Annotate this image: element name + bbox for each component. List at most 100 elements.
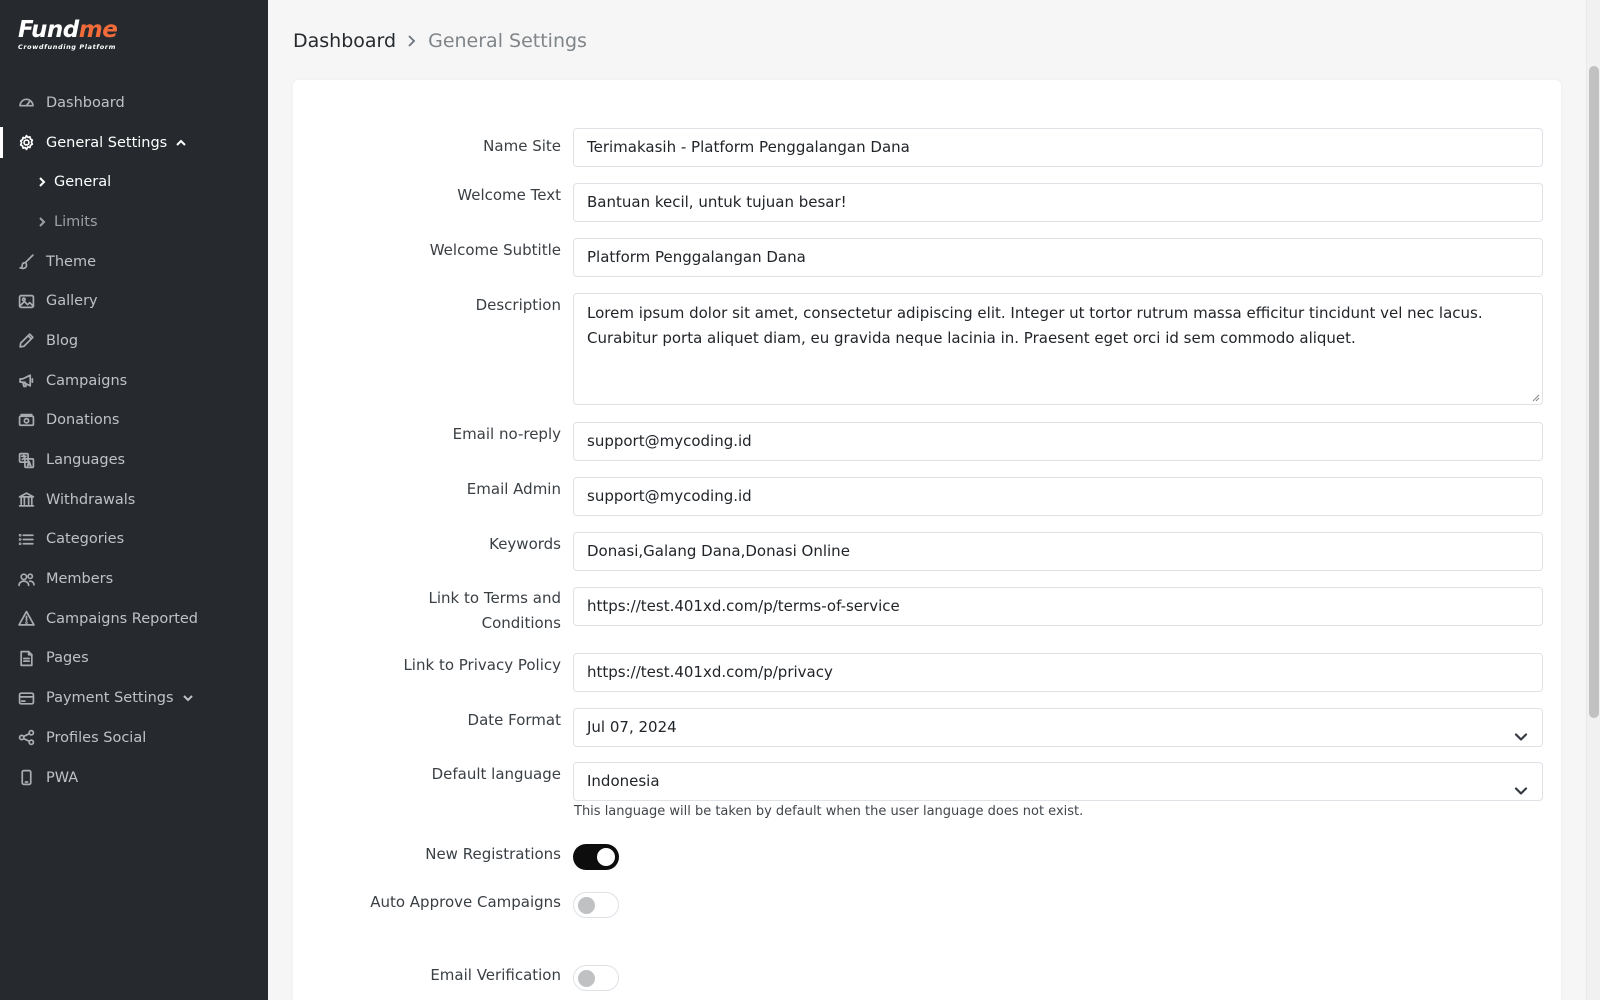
breadcrumb-current: General Settings — [428, 30, 587, 52]
sidebar-item-campaigns-reported[interactable]: Campaigns Reported — [0, 599, 268, 639]
auto-approve-toggle[interactable] — [573, 892, 619, 918]
new-registrations-toggle[interactable] — [573, 844, 619, 870]
share-icon — [18, 729, 35, 746]
link-terms-input[interactable]: https://test.401xd.com/p/terms-of-servic… — [573, 587, 1543, 626]
page-scrollbar[interactable] — [1586, 0, 1600, 1000]
sidebar-item-dashboard[interactable]: Dashboard — [0, 83, 268, 123]
sidebar-item-blog[interactable]: Blog — [0, 321, 268, 361]
sidebar-item-label: Languages — [46, 452, 126, 469]
sidebar-item-pages[interactable]: Pages — [0, 639, 268, 679]
sidebar-item-label: Members — [46, 571, 114, 588]
bank-icon — [18, 491, 35, 508]
auto-approve-label: Auto Approve Campaigns — [370, 893, 561, 911]
pencil-icon — [18, 332, 35, 349]
sidebar-item-label: PWA — [46, 769, 79, 786]
welcome-text-input[interactable]: Bantuan kecil, untuk tujuan besar! — [573, 183, 1543, 222]
sidebar-item-label: Categories — [46, 531, 125, 548]
sidebar-item-theme[interactable]: Theme — [0, 242, 268, 282]
sidebar-subitem-label: General — [54, 174, 112, 191]
sidebar-item-label: Donations — [46, 412, 120, 429]
logo-tagline: Crowdfunding Platform — [18, 43, 116, 51]
description-label: Description — [475, 296, 561, 314]
sidebar-nav: Dashboard General Settings General Limit… — [0, 83, 268, 797]
people-icon — [18, 571, 35, 588]
settings-form-card: Name Site Terimakasih - Platform Penggal… — [293, 80, 1561, 1000]
credit-card-icon — [18, 690, 35, 707]
date-format-value: Jul 07, 2024 — [587, 718, 677, 736]
email-noreply-label: Email no-reply — [452, 425, 561, 443]
welcome-subtitle-label: Welcome Subtitle — [429, 241, 561, 259]
dashboard-icon — [18, 94, 35, 111]
toggle-knob — [578, 970, 595, 987]
breadcrumb: Dashboard General Settings — [293, 30, 587, 52]
new-registrations-label: New Registrations — [425, 845, 561, 863]
translate-icon — [18, 452, 35, 469]
sidebar-item-label: Pages — [46, 650, 89, 667]
default-language-help: This language will be taken by default w… — [574, 804, 1084, 819]
email-admin-input[interactable]: support@mycoding.id — [573, 477, 1543, 516]
default-language-label: Default language — [431, 765, 561, 783]
email-admin-label: Email Admin — [466, 480, 561, 498]
sidebar-item-label: Campaigns — [46, 372, 128, 389]
logo-text-main: Fund — [18, 17, 79, 43]
sidebar-item-payment-settings[interactable]: Payment Settings — [0, 678, 268, 718]
sidebar-item-languages[interactable]: Languages — [0, 440, 268, 480]
sidebar-item-campaigns[interactable]: Campaigns — [0, 361, 268, 401]
sidebar-item-label: Gallery — [46, 293, 98, 310]
brush-icon — [18, 253, 35, 270]
default-language-value: Indonesia — [587, 772, 660, 790]
sidebar-item-profiles-social[interactable]: Profiles Social — [0, 718, 268, 758]
sidebar-item-gallery[interactable]: Gallery — [0, 281, 268, 321]
toggle-knob — [578, 897, 595, 914]
phone-icon — [18, 769, 35, 786]
sidebar-item-general-settings[interactable]: General Settings — [0, 123, 268, 163]
breadcrumb-home-link[interactable]: Dashboard — [293, 30, 396, 52]
sidebar-item-pwa[interactable]: PWA — [0, 758, 268, 798]
sidebar-item-withdrawals[interactable]: Withdrawals — [0, 480, 268, 520]
list-icon — [18, 531, 35, 548]
sidebar-item-label: Dashboard — [46, 94, 125, 111]
welcome-text-label: Welcome Text — [457, 186, 561, 204]
link-terms-label: Link to Terms and Conditions — [428, 589, 561, 632]
sidebar-item-donations[interactable]: Donations — [0, 401, 268, 441]
default-language-select[interactable]: Indonesia — [573, 762, 1543, 801]
chevron-down-icon — [182, 692, 194, 704]
welcome-subtitle-input[interactable]: Platform Penggalangan Dana — [573, 238, 1543, 277]
description-text: Lorem ipsum dolor sit amet, consectetur … — [587, 304, 1483, 347]
sidebar-item-label: Payment Settings — [46, 690, 174, 707]
chevron-right-icon — [406, 34, 418, 48]
sidebar-item-label: Withdrawals — [46, 491, 136, 508]
chevron-right-icon — [36, 176, 48, 188]
chevron-right-icon — [36, 216, 48, 228]
sidebar-subitem-general[interactable]: General — [0, 162, 268, 202]
email-noreply-input[interactable]: support@mycoding.id — [573, 422, 1543, 461]
date-format-label: Date Format — [467, 711, 561, 729]
sidebar-item-members[interactable]: Members — [0, 559, 268, 599]
keywords-input[interactable]: Donasi,Galang Dana,Donasi Online — [573, 532, 1543, 571]
link-privacy-input[interactable]: https://test.401xd.com/p/privacy — [573, 653, 1543, 692]
date-format-select[interactable]: Jul 07, 2024 — [573, 708, 1543, 747]
image-icon — [18, 293, 35, 310]
description-textarea[interactable]: Lorem ipsum dolor sit amet, consectetur … — [573, 293, 1543, 405]
name-site-input[interactable]: Terimakasih - Platform Penggalangan Dana — [573, 128, 1543, 167]
brand-logo[interactable]: Fundme Crowdfunding Platform — [18, 18, 128, 52]
keywords-label: Keywords — [489, 535, 561, 553]
sidebar: Fundme Crowdfunding Platform Dashboard G… — [0, 0, 268, 1000]
resize-grip-icon[interactable] — [1531, 393, 1540, 402]
sidebar-subitem-limits[interactable]: Limits — [0, 202, 268, 242]
scrollbar-thumb[interactable] — [1589, 66, 1599, 718]
name-site-label: Name Site — [483, 137, 561, 155]
main-content: Dashboard General Settings Name Site Ter… — [268, 0, 1586, 1000]
link-privacy-label: Link to Privacy Policy — [403, 656, 561, 674]
sidebar-item-label: Theme — [46, 253, 97, 270]
sidebar-item-label: Profiles Social — [46, 729, 147, 746]
sidebar-item-label: General Settings — [46, 134, 168, 151]
email-verification-toggle[interactable] — [573, 965, 619, 991]
logo-text-accent: me — [78, 17, 118, 43]
sidebar-item-label: Campaigns Reported — [46, 610, 199, 627]
toggle-knob — [597, 848, 615, 866]
chevron-down-icon — [1514, 721, 1528, 741]
chevron-up-icon — [175, 137, 187, 149]
sidebar-item-categories[interactable]: Categories — [0, 520, 268, 560]
warning-icon — [18, 610, 35, 627]
